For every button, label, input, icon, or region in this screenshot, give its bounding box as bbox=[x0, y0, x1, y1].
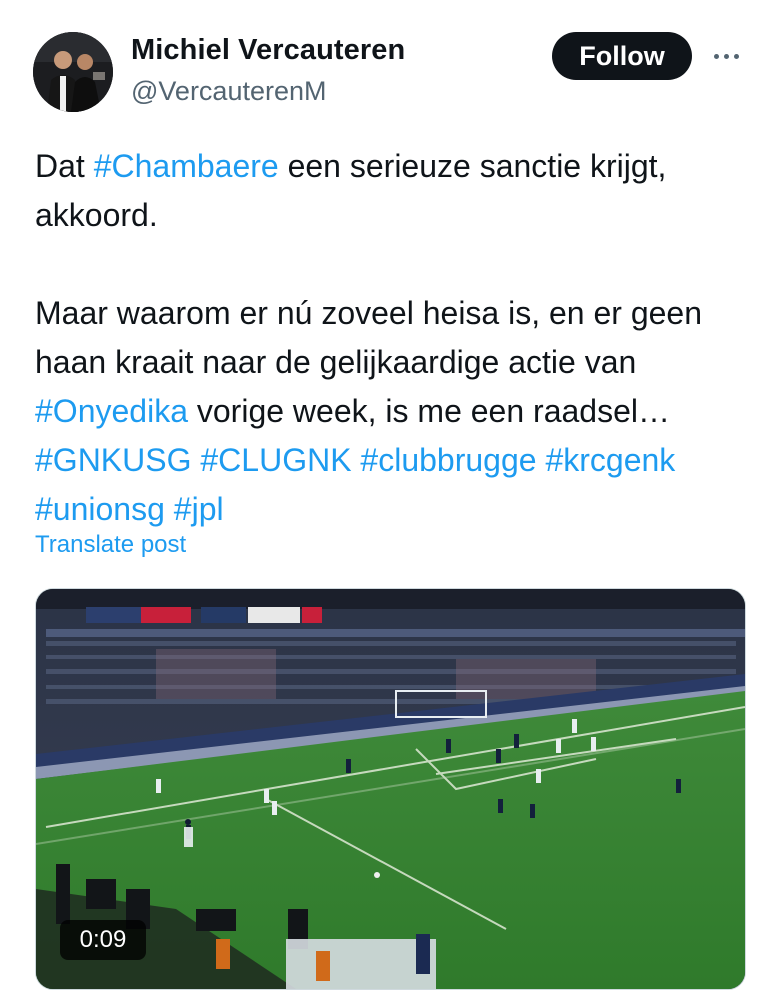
video-duration-badge: 0:09 bbox=[60, 920, 146, 960]
hashtag-clugnk[interactable]: #CLUGNK bbox=[200, 442, 351, 478]
dot bbox=[713, 53, 719, 59]
tweet-paragraph-2: Maar waarom er nú zoveel heisa is, en er… bbox=[35, 289, 755, 534]
hashtag-jpl[interactable]: #jpl bbox=[174, 491, 224, 527]
dot bbox=[723, 53, 729, 59]
tweet-text-segment: Dat bbox=[35, 148, 85, 184]
author-handle[interactable]: @VercauterenM bbox=[131, 76, 327, 107]
follow-button[interactable]: Follow bbox=[552, 32, 692, 80]
tweet-text-segment: Maar waarom er nú zoveel heisa is, en er… bbox=[35, 295, 703, 380]
tweet-header: Michiel Vercauteren @VercauterenM Follow bbox=[0, 0, 779, 130]
profile-photo-icon bbox=[33, 32, 113, 112]
translate-post-link[interactable]: Translate post bbox=[35, 531, 186, 559]
hashtag-chambaere[interactable]: #Chambaere bbox=[94, 148, 279, 184]
dot bbox=[733, 53, 739, 59]
hashtag-clubbrugge[interactable]: #clubbrugge bbox=[360, 442, 536, 478]
tweet-paragraph-1: Dat #Chambaere een serieuze sanctie krij… bbox=[35, 142, 755, 240]
author-name[interactable]: Michiel Vercauteren bbox=[131, 34, 405, 67]
hashtag-onyedika[interactable]: #Onyedika bbox=[35, 393, 188, 429]
avatar[interactable] bbox=[33, 32, 113, 112]
hashtag-krcgenk[interactable]: #krcgenk bbox=[545, 442, 675, 478]
hashtag-unionsg[interactable]: #unionsg bbox=[35, 491, 165, 527]
tweet-text: Dat #Chambaere een serieuze sanctie krij… bbox=[35, 142, 755, 534]
hashtag-gnkusg[interactable]: #GNKUSG bbox=[35, 442, 191, 478]
tweet-text-segment: vorige week, is me een raadsel… bbox=[196, 393, 670, 429]
more-options-icon[interactable] bbox=[708, 44, 744, 68]
